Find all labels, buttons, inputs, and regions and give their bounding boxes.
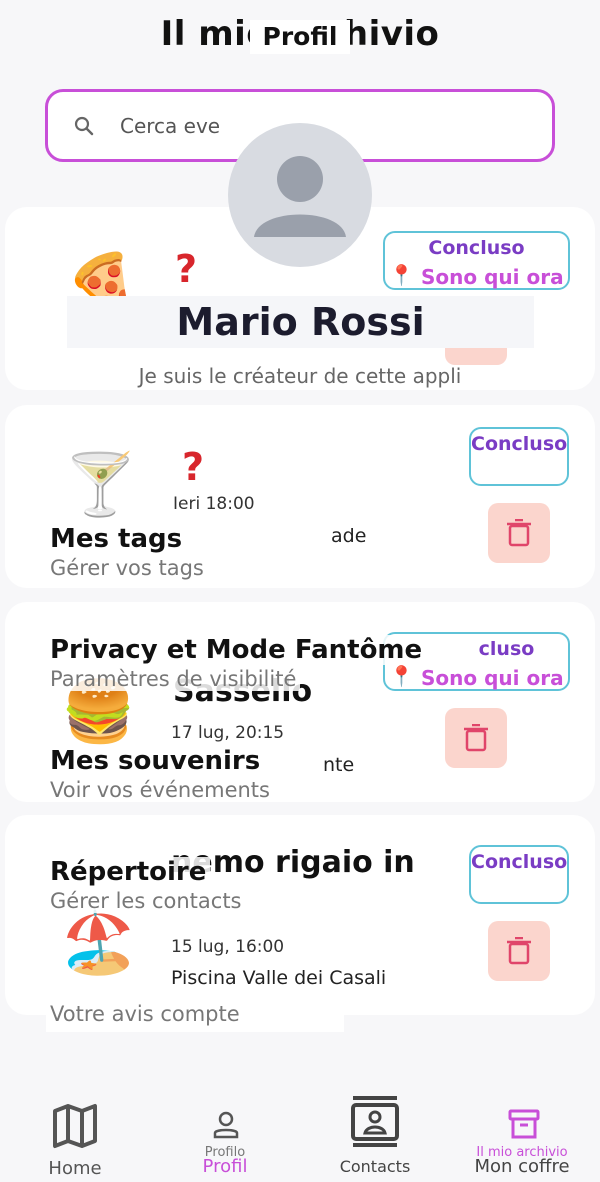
menu-item-title: Mes tags: [50, 524, 187, 554]
menu-item-title: Privacy et Mode Fantôme: [50, 635, 427, 665]
nav-label: Contacts: [339, 1157, 411, 1176]
menu-item-title: Répertoire: [50, 857, 211, 887]
archive-icon: [508, 1109, 540, 1139]
menu-item-repertoire[interactable]: Répertoire Gérer les contacts: [50, 857, 246, 913]
profile-name: Mario Rossi: [67, 296, 534, 348]
nav-coffre[interactable]: Il mio archivio Mon coffre: [460, 1085, 584, 1182]
menu-item-subtitle: Gérer les contacts: [50, 889, 246, 913]
nav-profil[interactable]: Profilo Profil: [170, 1085, 280, 1182]
trash-icon: [464, 724, 488, 752]
menu-item-souvenirs[interactable]: Mes souvenirs Voir vos événements: [50, 746, 274, 802]
event-place: nte: [323, 754, 355, 776]
event-date: 15 lug, 16:00: [171, 937, 285, 957]
menu-item-privacy[interactable]: Privacy et Mode Fantôme Paramètres de vi…: [50, 635, 427, 691]
user-icon: [254, 156, 346, 237]
trash-icon: [507, 937, 531, 965]
nav-contacts[interactable]: Contacts: [320, 1085, 430, 1182]
event-date: Ieri 18:00: [173, 494, 255, 514]
status-badge: Concluso: [469, 845, 569, 904]
delete-button[interactable]: [445, 708, 507, 768]
beach-icon: 🏖️: [61, 908, 136, 978]
menu-item-subtitle: Paramètres de visibilité: [50, 667, 301, 691]
search-icon: [74, 116, 94, 136]
question-icon: ?: [175, 247, 198, 291]
nav-label: Mon coffre: [474, 1156, 570, 1177]
map-icon: [53, 1104, 97, 1148]
feedback-link[interactable]: Votre avis compte: [46, 998, 344, 1032]
menu-item-subtitle: Gérer vos tags: [50, 556, 208, 580]
event-place: Piscina Valle dei Casali: [171, 967, 387, 989]
event-date: 17 lug, 20:15: [171, 723, 285, 743]
question-icon: ?: [182, 445, 205, 489]
status-badge: Concluso: [469, 427, 569, 486]
nav-label: Profil: [202, 1156, 248, 1177]
menu-item-title: Mes souvenirs: [50, 746, 265, 776]
event-card[interactable]: 🏖️ nemo rigaio in 15 lug, 16:00 Piscina …: [5, 815, 595, 1015]
delete-button[interactable]: [488, 921, 550, 981]
menu-item-tags[interactable]: Mes tags Gérer vos tags: [50, 524, 208, 580]
contacts-icon: [351, 1096, 399, 1147]
nav-home[interactable]: Home: [30, 1085, 120, 1182]
nav-label: Home: [48, 1158, 102, 1179]
delete-button[interactable]: [488, 503, 550, 563]
bottom-nav: Home Profilo Profil Contacts Il mio arch…: [0, 1085, 600, 1182]
cocktail-icon: 🍸: [63, 450, 138, 520]
menu-item-subtitle: Voir vos événements: [50, 778, 274, 802]
search-placeholder: Cerca eve: [120, 114, 221, 138]
burger-icon: 🍔: [61, 677, 136, 747]
pin-icon: 📍: [389, 263, 414, 287]
event-place: ade: [331, 525, 367, 547]
avatar[interactable]: [228, 123, 372, 267]
status-badge: Concluso 📍 Sono qui ora: [383, 231, 570, 290]
profile-title: Profil: [250, 20, 350, 54]
trash-icon: [507, 519, 531, 547]
person-icon: [213, 1111, 239, 1139]
profile-bio: Je suis le créateur de cette appli: [138, 364, 462, 388]
